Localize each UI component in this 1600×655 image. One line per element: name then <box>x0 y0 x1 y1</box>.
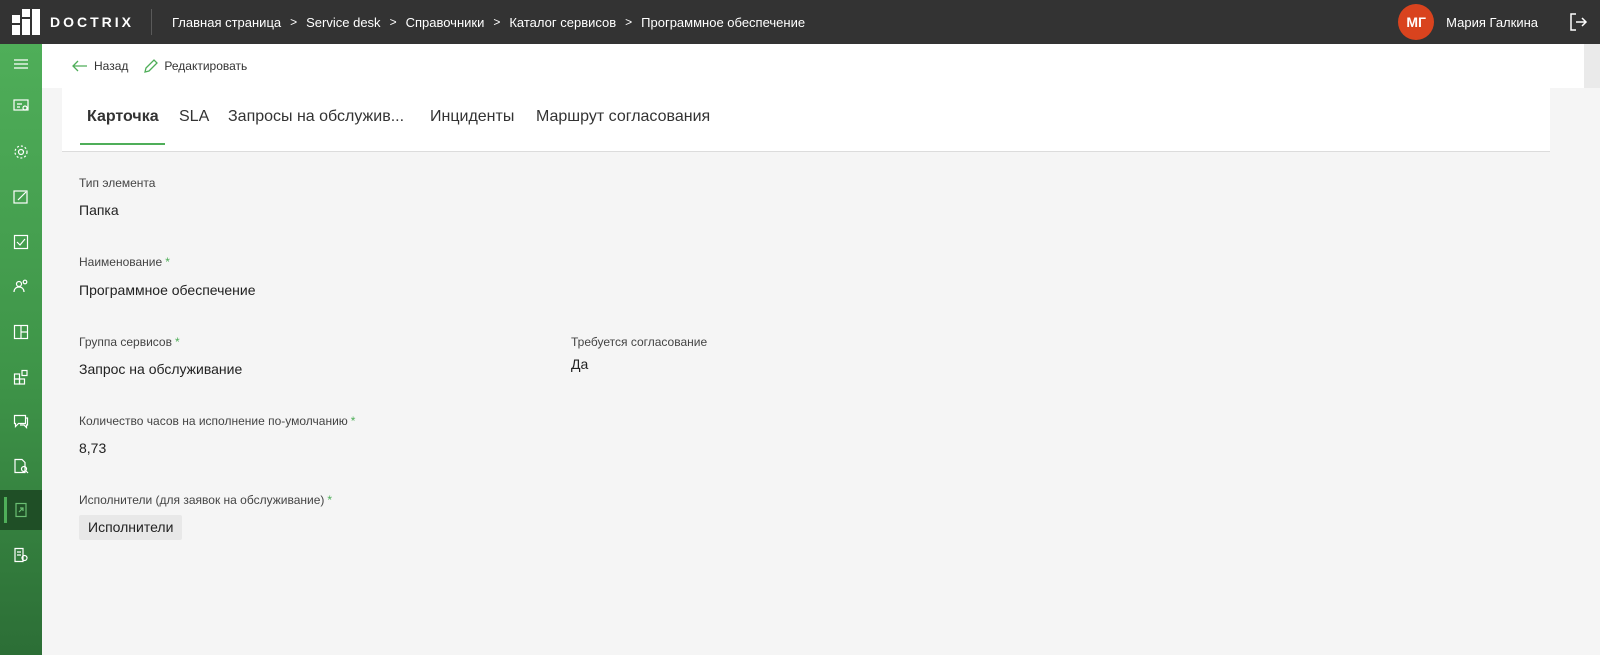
sidebar-item-users[interactable] <box>0 266 42 306</box>
reports-icon <box>14 547 28 563</box>
required-mark: * <box>327 493 333 507</box>
app-logo[interactable]: DOCTRIX <box>0 9 152 35</box>
breadcrumb-service-desk[interactable]: Service desk <box>306 15 380 30</box>
sidebar-item-widgets[interactable] <box>0 357 42 397</box>
breadcrumb-home[interactable]: Главная страница <box>172 15 281 30</box>
dashboard-icon <box>13 99 29 111</box>
widgets-icon <box>13 369 28 385</box>
sidebar-menu-toggle[interactable] <box>0 44 42 84</box>
sidebar-item-reports[interactable] <box>0 535 42 575</box>
document-search-icon <box>14 458 29 474</box>
arrow-left-icon <box>72 60 87 72</box>
sidebar-item-chat[interactable] <box>0 401 42 441</box>
tab-service-requests[interactable]: Запросы на обслужив... <box>228 108 404 126</box>
chevron-right-icon: > <box>389 15 397 29</box>
tab-incidents[interactable]: Инциденты <box>430 108 514 126</box>
layout-icon <box>13 324 29 340</box>
top-bar: DOCTRIX Главная страница > Service desk … <box>0 0 1600 44</box>
breadcrumb-service-catalog[interactable]: Каталог сервисов <box>509 15 616 30</box>
users-icon <box>13 279 28 293</box>
user-name[interactable]: Мария Галкина <box>1446 15 1538 30</box>
chevron-right-icon: > <box>290 15 298 29</box>
field-label-name: Наименование * <box>79 255 170 269</box>
sidebar <box>0 44 42 655</box>
menu-icon <box>14 59 28 69</box>
field-label-approval: Требуется согласование <box>571 335 708 349</box>
sidebar-item-edit[interactable] <box>0 177 42 217</box>
scrollbar[interactable] <box>1584 44 1600 88</box>
tab-sla[interactable]: SLA <box>179 108 209 126</box>
field-value-hours: 8,73 <box>79 440 107 456</box>
breadcrumb-current: Программное обеспечение <box>641 14 806 30</box>
chat-icon <box>13 414 29 429</box>
required-mark: * <box>350 414 356 428</box>
tab-approval-route[interactable]: Маршрут согласования <box>536 108 710 126</box>
field-value-name: Программное обеспечение <box>79 282 256 298</box>
breadcrumb: Главная страница > Service desk > Справо… <box>172 15 805 30</box>
executors-chip[interactable]: Исполнители <box>79 515 183 540</box>
chevron-right-icon: > <box>625 15 633 29</box>
logo-mark-icon <box>12 9 42 35</box>
field-value-type: Папка <box>79 202 119 218</box>
edit-button[interactable]: Редактировать <box>144 59 247 73</box>
field-value-approval: Да <box>571 356 589 372</box>
active-tab-indicator <box>80 143 165 145</box>
field-label-type: Тип элемента <box>79 176 156 190</box>
sidebar-item-layout[interactable] <box>0 312 42 352</box>
action-bar: Назад Редактировать <box>42 44 1600 88</box>
required-mark: * <box>174 335 180 349</box>
back-label: Назад <box>94 59 129 73</box>
tab-card[interactable]: Карточка <box>87 108 159 126</box>
field-label-hours: Количество часов на исполнение по-умолча… <box>79 414 356 428</box>
logout-icon[interactable] <box>1568 12 1588 32</box>
sidebar-item-dashboard[interactable] <box>0 86 42 126</box>
settings-icon <box>14 145 28 159</box>
avatar[interactable]: МГ <box>1398 4 1435 40</box>
back-button[interactable]: Назад <box>72 59 128 73</box>
tab-bar: Карточка SLA Запросы на обслужив... Инци… <box>62 88 1550 152</box>
sidebar-item-settings[interactable] <box>0 132 42 172</box>
field-label-group: Группа сервисов * <box>79 335 180 349</box>
field-label-executors: Исполнители (для заявок на обслуживание)… <box>79 493 333 507</box>
pencil-icon <box>144 59 159 73</box>
edit-icon <box>13 190 28 204</box>
service-catalog-icon <box>15 502 27 518</box>
breadcrumb-directories[interactable]: Справочники <box>406 15 485 30</box>
checkbox-icon <box>13 234 29 250</box>
brand-name: DOCTRIX <box>50 14 134 30</box>
sidebar-item-tasks[interactable] <box>0 222 42 262</box>
sidebar-item-service-catalog[interactable] <box>0 490 42 530</box>
user-area: МГ Мария Галкина <box>1398 0 1600 44</box>
field-value-group: Запрос на обслуживание <box>79 361 243 377</box>
chevron-right-icon: > <box>493 15 501 29</box>
edit-label: Редактировать <box>164 59 248 73</box>
required-mark: * <box>165 255 170 269</box>
sidebar-item-documents[interactable] <box>0 446 42 486</box>
